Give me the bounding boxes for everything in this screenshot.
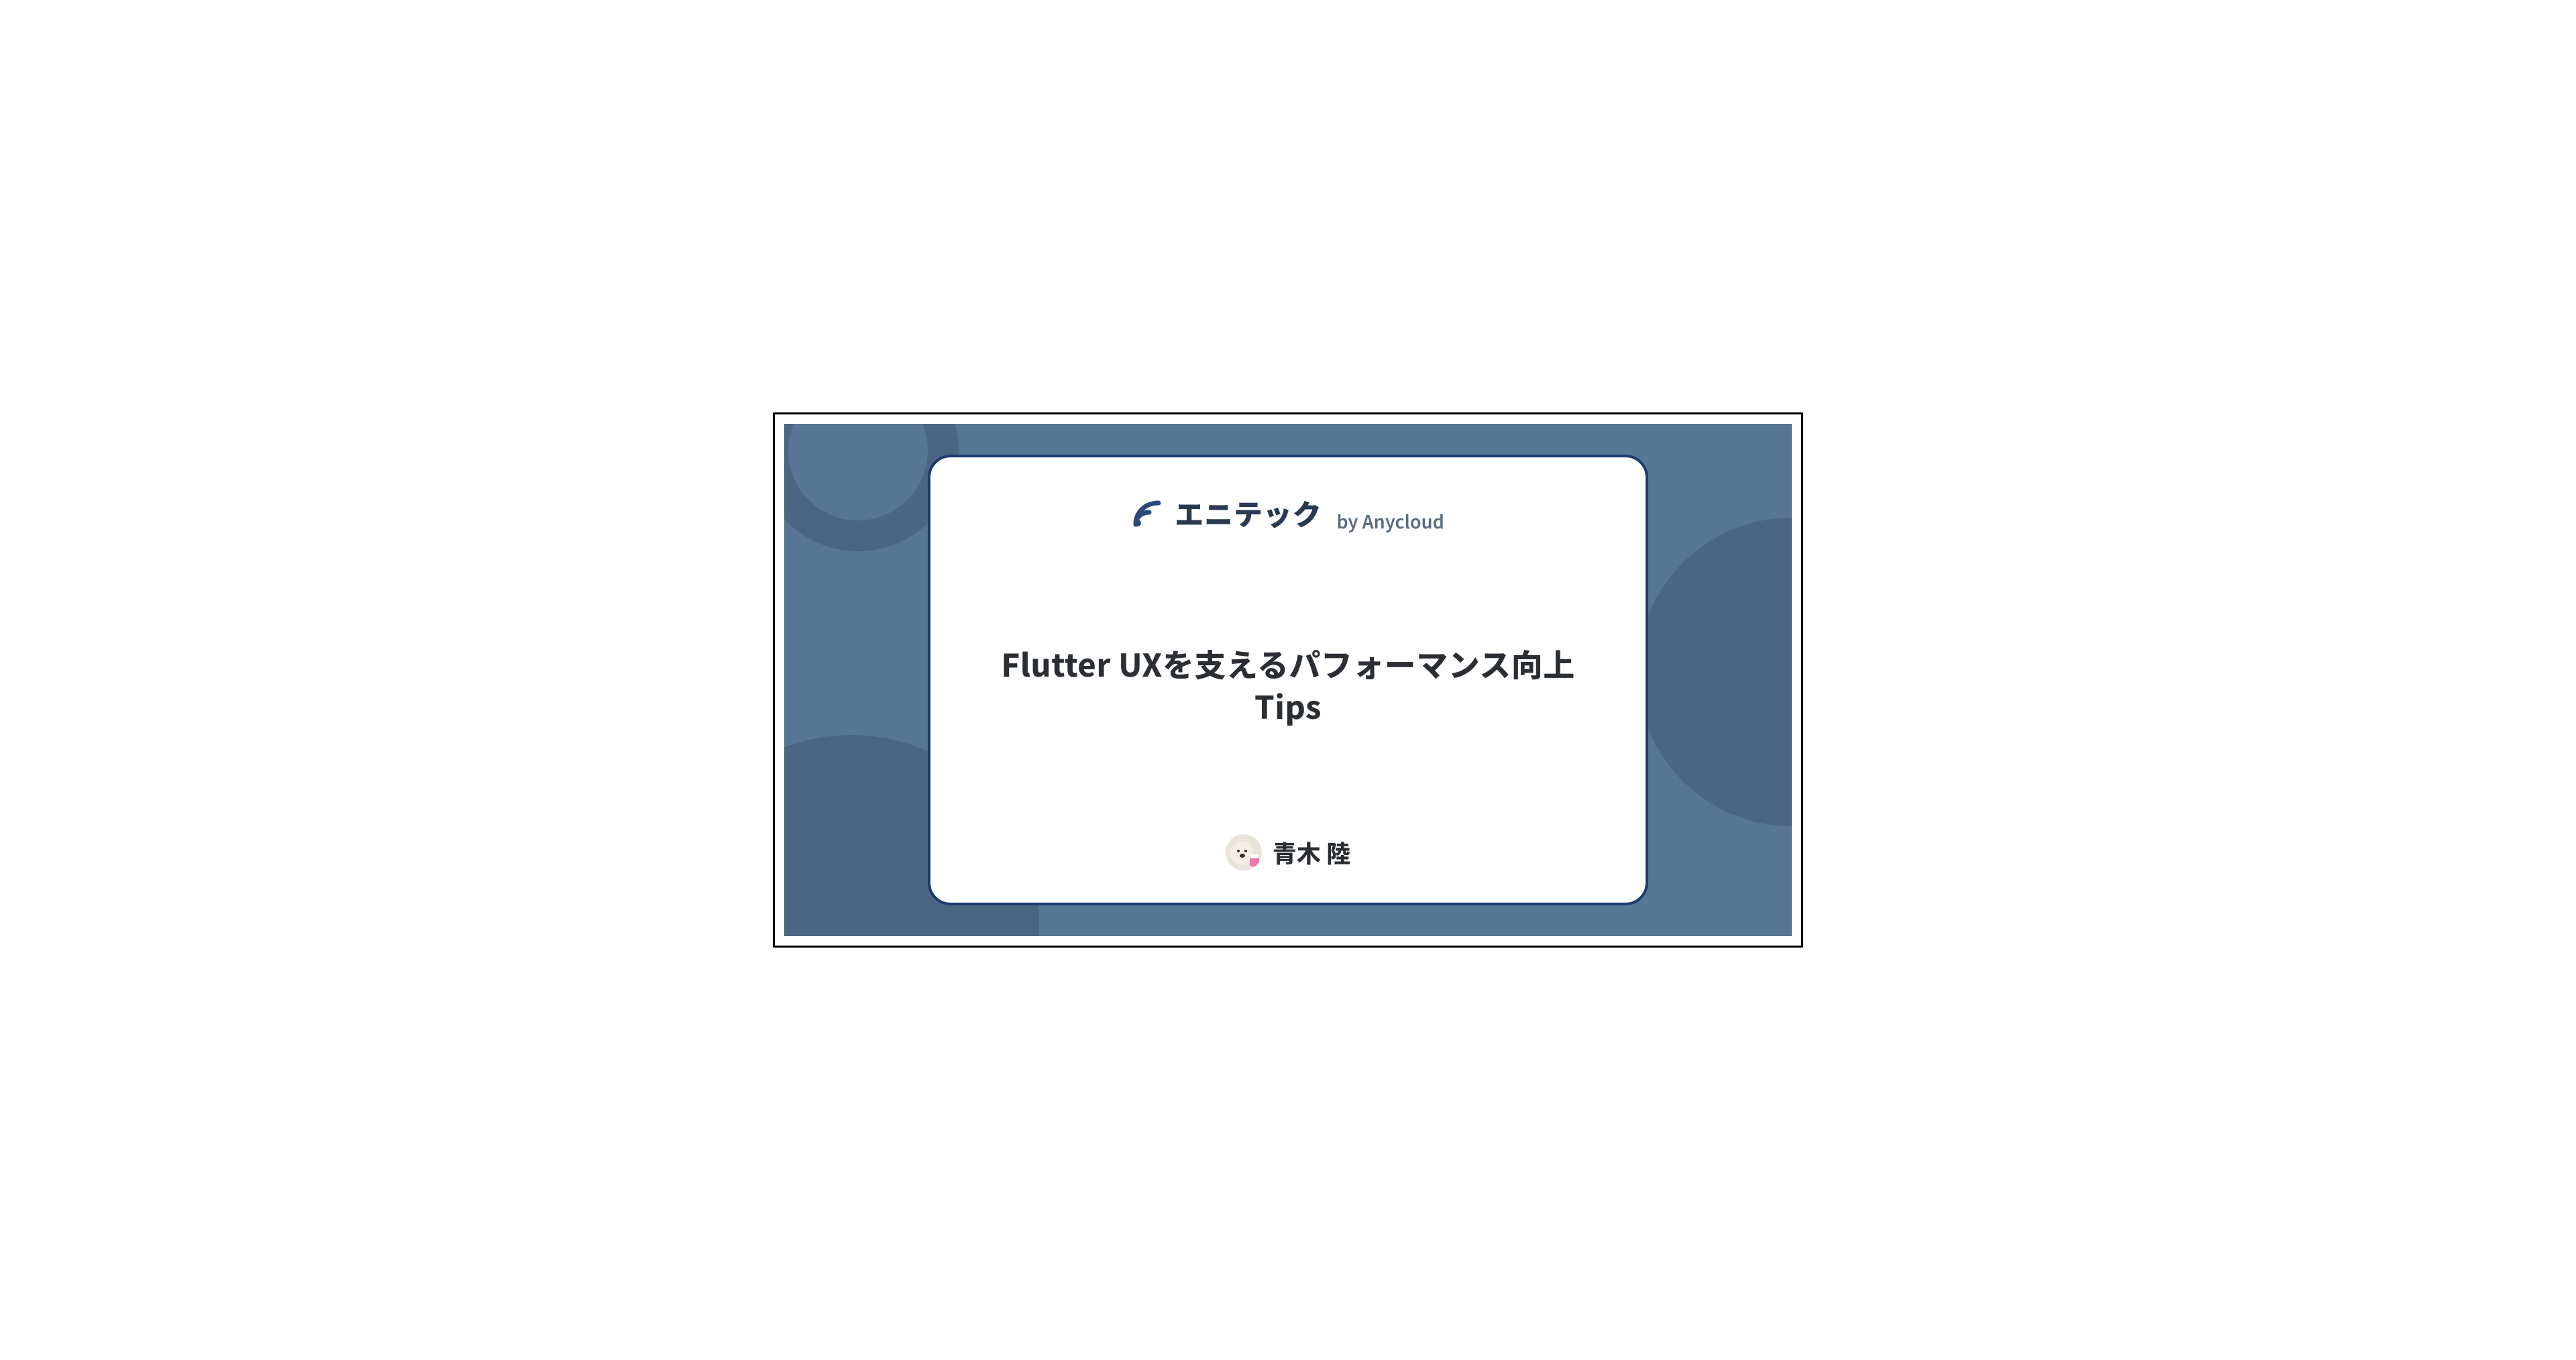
author-avatar bbox=[1226, 834, 1262, 870]
author-block: 青木 陸 bbox=[1226, 834, 1350, 870]
rss-wave-icon bbox=[1132, 498, 1165, 528]
title-container: Flutter UXを支えるパフォーマンス向上Tips bbox=[971, 534, 1605, 834]
og-card-background: エニテック by Anycloud Flutter UXを支えるパフォーマンス向… bbox=[784, 424, 1792, 936]
brand-logo-lockup: エニテック bbox=[1132, 492, 1322, 534]
article-title: Flutter UXを支えるパフォーマンス向上Tips bbox=[971, 642, 1605, 727]
brand-header: エニテック by Anycloud bbox=[1132, 492, 1444, 534]
og-card-frame: エニテック by Anycloud Flutter UXを支えるパフォーマンス向… bbox=[773, 412, 1803, 948]
decorative-circle-right bbox=[1638, 518, 1792, 826]
brand-name: エニテック bbox=[1175, 492, 1322, 534]
author-name: 青木 陸 bbox=[1273, 835, 1350, 870]
content-card: エニテック by Anycloud Flutter UXを支えるパフォーマンス向… bbox=[928, 455, 1648, 905]
brand-byline: by Anycloud bbox=[1337, 508, 1444, 534]
